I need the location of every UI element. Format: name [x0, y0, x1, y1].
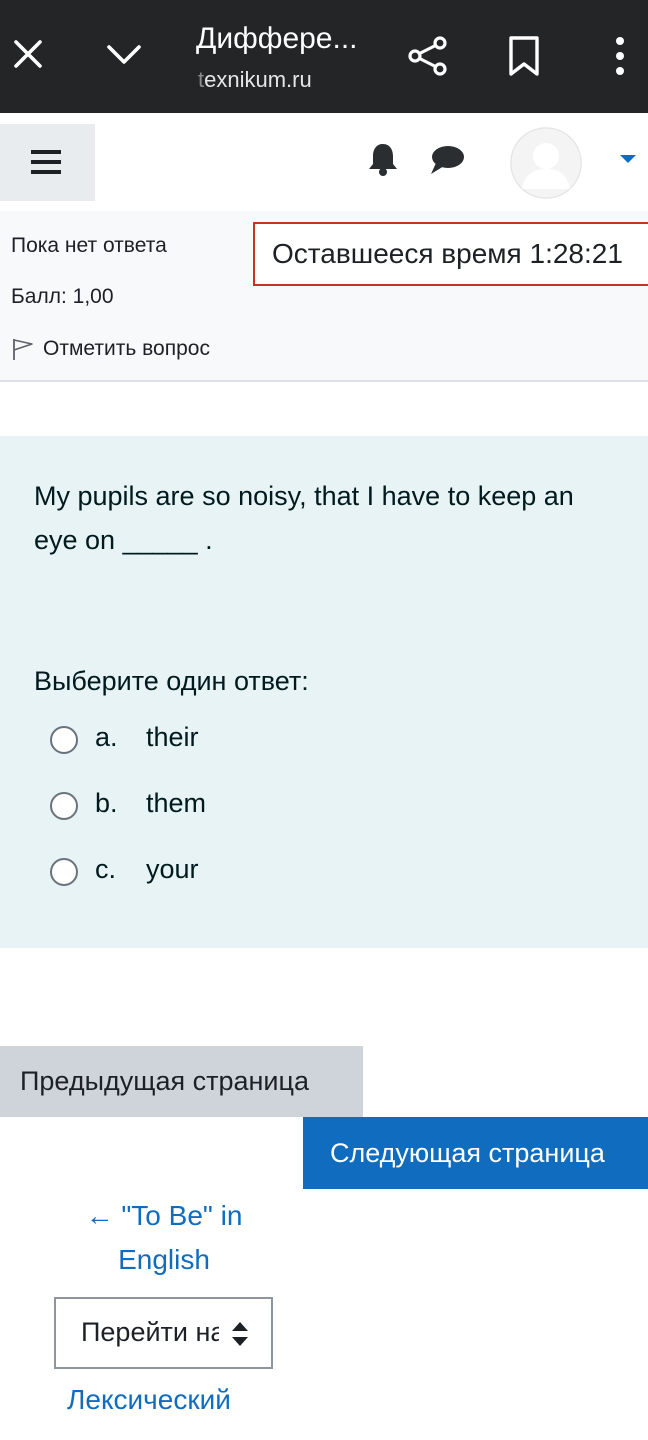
timer-text: Оставшееся время 1:28:21 [272, 238, 623, 269]
question-state: Пока нет ответа [11, 234, 167, 257]
question-info-panel: Пока нет ответа Балл: 1,00 Отметить вопр… [0, 211, 648, 382]
answer-option-b[interactable]: b. them [50, 783, 206, 823]
answer-text[interactable]: them [146, 788, 206, 819]
answer-prompt: Выберите один ответ: [34, 666, 309, 696]
answer-text[interactable]: your [146, 854, 199, 885]
caret-down-icon[interactable] [619, 153, 637, 165]
previous-page-button[interactable]: Предыдущая страница [0, 1046, 363, 1117]
url-domain: exnikum.ru [204, 67, 312, 92]
answer-option-a[interactable]: a. their [50, 717, 199, 757]
question-grade: Балл: 1,00 [11, 285, 114, 308]
more-vert-icon[interactable] [606, 34, 634, 78]
chat-icon[interactable] [428, 143, 466, 177]
avatar[interactable] [510, 127, 582, 199]
site-navbar [0, 113, 648, 211]
radio-button[interactable] [50, 726, 78, 754]
answer-letter: b. [95, 787, 118, 818]
browser-toolbar: Диффере... texnikum.ru [0, 0, 648, 113]
hamburger-icon [31, 150, 61, 174]
browser-page-title[interactable]: Диффере... [196, 22, 376, 56]
question-text: My pupils are so noisy, that I have to k… [34, 481, 574, 555]
next-activity-link[interactable]: Лексический [67, 1384, 231, 1416]
answer-letter: c. [95, 853, 117, 884]
flag-question-button[interactable]: Отметить вопрос [11, 335, 210, 363]
share-icon[interactable] [406, 34, 450, 78]
close-icon[interactable] [10, 36, 46, 72]
answer-text[interactable]: their [146, 722, 199, 753]
answer-option-c[interactable]: c. your [50, 849, 199, 889]
bell-icon[interactable] [365, 141, 401, 177]
previous-activity-link[interactable]: ← "To Be" in English [70, 1194, 258, 1282]
drawer-toggle-button[interactable] [0, 124, 95, 201]
radio-button[interactable] [50, 792, 78, 820]
jump-to-activity-select[interactable]: Перейти на... [54, 1297, 273, 1369]
question-content: My pupils are so noisy, that I have to k… [0, 436, 648, 948]
flag-icon [13, 339, 33, 360]
bookmark-icon[interactable] [504, 34, 544, 78]
jump-select-value: Перейти на... [81, 1317, 219, 1347]
select-arrows-icon [232, 1322, 248, 1346]
answer-letter: a. [95, 721, 118, 752]
flag-question-label: Отметить вопрос [43, 337, 210, 360]
chevron-down-icon[interactable] [104, 38, 144, 70]
next-page-button[interactable]: Следующая страница [303, 1117, 648, 1189]
radio-button[interactable] [50, 858, 78, 886]
quiz-timer: Оставшееся время 1:28:21 [253, 222, 648, 286]
browser-url[interactable]: texnikum.ru [198, 67, 312, 93]
